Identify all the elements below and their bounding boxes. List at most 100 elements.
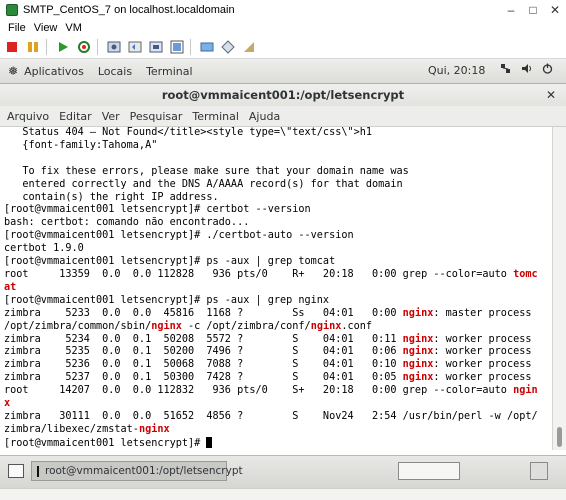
gnome-foot-icon[interactable]: ❅ [8, 64, 18, 78]
gnome-top-bar: ❅ Aplicativos Locais Terminal Qui, 20:18 [0, 59, 566, 84]
terminal-text: zimbra 5237 0.0 0.1 50300 7428 ? S 04:01… [4, 372, 403, 384]
snapshot-icon[interactable] [105, 38, 123, 56]
terminal-line: zimbra 5235 0.0 0.1 50200 7496 ? S 04:01… [4, 346, 552, 359]
system-tray [500, 63, 553, 77]
terminal-scrollbar[interactable] [552, 127, 566, 450]
close-icon[interactable]: ✕ [544, 3, 566, 17]
terminal-text: [root@vmmaicent001 letsencrypt]# ps -aux… [4, 294, 330, 306]
terminal-match: nginx [402, 333, 434, 345]
terminal-text: .conf [341, 320, 373, 332]
menu-view[interactable]: View [34, 22, 58, 34]
vm-status-strip [0, 488, 566, 500]
terminal-text: zimbra/libexec/zmstat- [4, 423, 139, 435]
power-on-icon[interactable] [54, 38, 72, 56]
scrollbar-thumb[interactable] [557, 427, 562, 447]
volume-icon[interactable] [521, 63, 532, 77]
terminal-text: [root@vmmaicent001 letsencrypt]# certbot… [4, 204, 311, 216]
applications-menu[interactable]: Aplicativos [24, 65, 84, 78]
terminal-line: root 13359 0.0 0.0 112828 936 pts/0 R+ 2… [4, 269, 552, 282]
terminal-app-menu[interactable]: Terminal [146, 65, 193, 78]
terminal-output[interactable]: Status 404 – Not Found</title><style typ… [0, 127, 552, 450]
terminal-match: x [4, 398, 11, 410]
fullscreen-icon[interactable] [168, 38, 186, 56]
terminal-match: nginx [402, 359, 434, 371]
vm-window-title: SMTP_CentOS_7 on localhost.localdomain [23, 4, 235, 16]
terminal-line: zimbra 5233 0.0 0.0 45816 1168 ? Ss 04:0… [4, 308, 552, 321]
terminal-text: : worker process [433, 333, 532, 345]
places-menu[interactable]: Locais [98, 65, 132, 78]
menu-editar[interactable]: Editar [59, 110, 92, 123]
clock[interactable]: Qui, 20:18 [428, 64, 485, 77]
terminal-line: certbot 1.9.0 [4, 243, 552, 256]
power-icon[interactable] [542, 63, 553, 77]
terminal-text: contain(s) the right IP address. [4, 191, 219, 203]
terminal-line: at [4, 282, 552, 295]
terminal-text: {font-family:Tahoma,A" [4, 139, 158, 151]
menu-file[interactable]: File [8, 22, 26, 34]
vmware-app-icon [6, 4, 18, 16]
terminal-text: zimbra 30111 0.0 0.0 51652 4856 ? S Nov2… [4, 410, 538, 422]
terminal-line: x [4, 398, 552, 411]
send-ctrl-alt-del-icon[interactable] [198, 38, 216, 56]
terminal-line: zimbra 5237 0.0 0.1 50300 7428 ? S 04:01… [4, 372, 552, 385]
terminal-text: : worker process [433, 346, 532, 358]
terminal-text: /opt/zimbra/common/sbin/ [4, 320, 152, 332]
terminal-text: : master process [433, 307, 532, 319]
terminal-text: entered correctly and the DNS A/AAAA rec… [4, 178, 403, 190]
menu-ajuda[interactable]: Ajuda [249, 110, 280, 123]
suspend-icon[interactable] [24, 38, 42, 56]
vm-toolbar [0, 36, 566, 59]
terminal-text: zimbra 5236 0.0 0.1 50068 7088 ? S 04:01… [4, 359, 403, 371]
terminal-text: : worker process [433, 359, 532, 371]
terminal-text: [root@vmmaicent001 letsencrypt]# ./certb… [4, 230, 354, 242]
terminal-line: /opt/zimbra/common/sbin/nginx -c /opt/zi… [4, 321, 552, 334]
show-desktop-icon[interactable] [8, 464, 24, 478]
terminal-text: Status 404 – Not Found</title><style typ… [4, 127, 373, 138]
taskbar-item-label: root@vmmaicent001:/opt/letsencrypt [45, 465, 243, 477]
terminal-match: nginx [151, 320, 182, 332]
terminal-text: zimbra 5235 0.0 0.1 50200 7496 ? S 04:01… [4, 346, 403, 358]
power-off-icon[interactable] [3, 38, 21, 56]
terminal-match: nginx [402, 372, 434, 384]
guest-taskbar: root@vmmaicent001:/opt/letsencrypt [0, 455, 566, 488]
taskbar-terminal-item[interactable]: root@vmmaicent001:/opt/letsencrypt [31, 461, 243, 481]
network-icon[interactable] [500, 63, 511, 77]
terminal-line: zimbra 5236 0.0 0.1 50068 7088 ? S 04:01… [4, 359, 552, 372]
terminal-titlebar: root@vmmaicent001:/opt/letsencrypt ✕ [0, 84, 566, 106]
terminal-line: [root@vmmaicent001 letsencrypt]# ps -aux… [4, 256, 552, 269]
terminal-line: root 14207 0.0 0.0 112832 936 pts/0 S+ 2… [4, 385, 552, 398]
menu-pesquisar[interactable]: Pesquisar [130, 110, 183, 123]
menu-vm[interactable]: VM [65, 22, 82, 34]
terminal-line: bash: certbot: comando não encontrado... [4, 217, 552, 230]
terminal-line: [root@vmmaicent001 letsencrypt]# [4, 436, 552, 450]
vm-window-titlebar: SMTP_CentOS_7 on localhost.localdomain –… [0, 0, 566, 20]
revert-snapshot-icon[interactable] [126, 38, 144, 56]
terminal-cursor [206, 436, 213, 448]
terminal-text: root 13359 0.0 0.0 112828 936 pts/0 R+ 2… [4, 268, 514, 280]
unity-icon[interactable] [240, 38, 258, 56]
workspace-1[interactable] [398, 462, 460, 480]
menu-arquivo[interactable]: Arquivo [7, 110, 49, 123]
close-icon[interactable]: ✕ [544, 88, 558, 102]
terminal-line: [root@vmmaicent001 letsencrypt]# ./certb… [4, 230, 552, 243]
vm-menubar: File View VM [0, 20, 566, 36]
terminal-text: -c /opt/zimbra/conf/ [181, 320, 311, 332]
terminal-text: : worker process [433, 372, 532, 384]
terminal-text: root 14207 0.0 0.0 112832 936 pts/0 S+ 2… [4, 385, 514, 397]
vm-settings-icon[interactable] [219, 38, 237, 56]
terminal-text: zimbra 5234 0.0 0.1 50208 5572 ? S 04:01… [4, 333, 403, 345]
terminal-line: zimbra 30111 0.0 0.0 51652 4856 ? S Nov2… [4, 411, 552, 424]
terminal-match: nginx [402, 307, 434, 319]
snapshot-manager-icon[interactable] [147, 38, 165, 56]
menu-terminal[interactable]: Terminal [192, 110, 239, 123]
terminal-line: zimbra/libexec/zmstat-nginx [4, 424, 552, 437]
maximize-icon[interactable]: □ [522, 3, 544, 17]
terminal-match: nginx [402, 346, 434, 358]
minimize-icon[interactable]: – [500, 3, 522, 17]
menu-ver[interactable]: Ver [102, 110, 120, 123]
terminal-match: ngin [513, 385, 538, 397]
terminal-line: To fix these errors, please make sure th… [4, 166, 552, 179]
reset-icon[interactable] [75, 38, 93, 56]
workspace-switcher[interactable] [530, 462, 548, 480]
